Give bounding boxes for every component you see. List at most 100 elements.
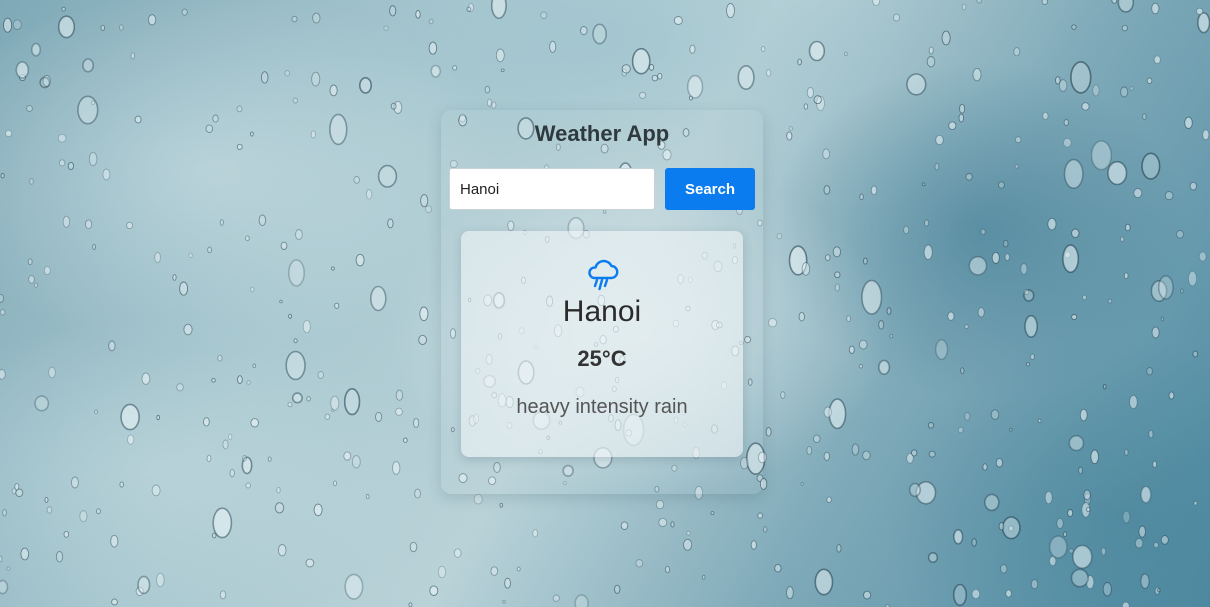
raindrop <box>453 548 462 558</box>
raindrop <box>701 574 706 580</box>
raindrop <box>108 340 116 352</box>
raindrop <box>279 299 283 304</box>
raindrop <box>861 279 883 315</box>
raindrop <box>928 46 934 55</box>
raindrop <box>490 0 507 19</box>
raindrop <box>1134 537 1144 549</box>
raindrop <box>358 77 372 94</box>
raindrop <box>2 508 7 517</box>
raindrop <box>126 221 134 230</box>
raindrop <box>207 246 212 254</box>
raindrop <box>1153 542 1159 549</box>
raindrop <box>252 363 257 368</box>
raindrop <box>1129 394 1138 410</box>
raindrop <box>574 594 589 607</box>
raindrop <box>287 401 293 408</box>
raindrop <box>1058 79 1068 92</box>
weather-description: heavy intensity rain <box>516 396 688 418</box>
raindrop <box>1081 102 1090 111</box>
raindrop <box>689 44 696 54</box>
raindrop <box>62 215 71 228</box>
raindrop <box>926 56 936 68</box>
raindrop <box>311 71 321 87</box>
raindrop <box>670 521 675 528</box>
raindrop <box>911 449 918 457</box>
raindrop <box>4 129 13 138</box>
raindrop <box>995 457 1004 468</box>
raindrop <box>27 258 33 266</box>
raindrop <box>1030 579 1039 590</box>
raindrop <box>1107 160 1128 186</box>
raindrop <box>686 530 691 536</box>
raindrop <box>1102 383 1107 390</box>
raindrop <box>156 414 160 421</box>
raindrop <box>774 563 782 573</box>
raindrop <box>130 52 135 60</box>
raindrop <box>1120 86 1129 98</box>
raindrop <box>1111 0 1118 4</box>
raindrop <box>1072 544 1093 569</box>
raindrop <box>430 64 442 78</box>
raindrop <box>952 528 964 545</box>
raindrop <box>70 476 79 489</box>
raindrop <box>34 395 50 412</box>
raindrop <box>1070 61 1092 94</box>
raindrop <box>1090 140 1113 171</box>
raindrop <box>862 257 868 265</box>
raindrop <box>1148 429 1154 439</box>
raindrop <box>206 454 212 463</box>
raindrop <box>219 590 227 600</box>
raindrop <box>91 100 95 106</box>
raindrop <box>413 417 420 429</box>
raindrop <box>310 130 316 139</box>
raindrop <box>635 559 644 568</box>
raindrop <box>872 0 881 7</box>
raindrop <box>408 602 413 607</box>
raindrop <box>797 58 802 66</box>
raindrop <box>246 380 251 385</box>
raindrop <box>870 185 878 196</box>
raindrop <box>242 454 247 462</box>
raindrop <box>147 14 157 26</box>
raindrop <box>928 450 936 458</box>
raindrop <box>287 259 305 287</box>
raindrop <box>110 534 119 548</box>
raindrop <box>786 586 794 600</box>
raindrop <box>776 233 783 240</box>
raindrop <box>96 508 101 515</box>
raindrop <box>862 450 871 461</box>
raindrop <box>365 189 373 200</box>
raindrop <box>377 164 398 188</box>
raindrop <box>390 102 397 110</box>
raindrop <box>419 306 429 322</box>
raindrop <box>302 319 311 334</box>
city-search-input[interactable] <box>449 168 655 210</box>
weather-card: Hanoi 25°C heavy intensity rain <box>461 231 743 457</box>
search-button[interactable]: Search <box>665 168 755 210</box>
raindrop <box>276 486 281 494</box>
raindrop <box>952 583 968 607</box>
raindrop <box>737 65 755 91</box>
raindrop <box>1124 448 1129 456</box>
raindrop <box>484 85 491 94</box>
raindrop <box>1154 586 1160 595</box>
raindrop <box>1153 55 1161 64</box>
raindrop <box>1123 272 1129 280</box>
raindrop <box>1068 548 1074 554</box>
raindrop <box>6 566 11 571</box>
raindrop <box>965 173 973 181</box>
raindrop <box>288 313 293 319</box>
raindrop <box>673 16 683 25</box>
raindrop <box>592 23 607 45</box>
raindrop <box>657 72 663 80</box>
raindrop <box>284 70 291 77</box>
raindrop <box>428 41 438 55</box>
raindrop <box>834 283 840 292</box>
raindrop <box>291 15 298 23</box>
raindrop <box>57 133 67 143</box>
raindrop <box>375 411 383 422</box>
raindrop <box>923 244 933 260</box>
raindrop <box>1044 490 1053 505</box>
raindrop <box>948 121 957 131</box>
raindrop <box>344 573 364 600</box>
